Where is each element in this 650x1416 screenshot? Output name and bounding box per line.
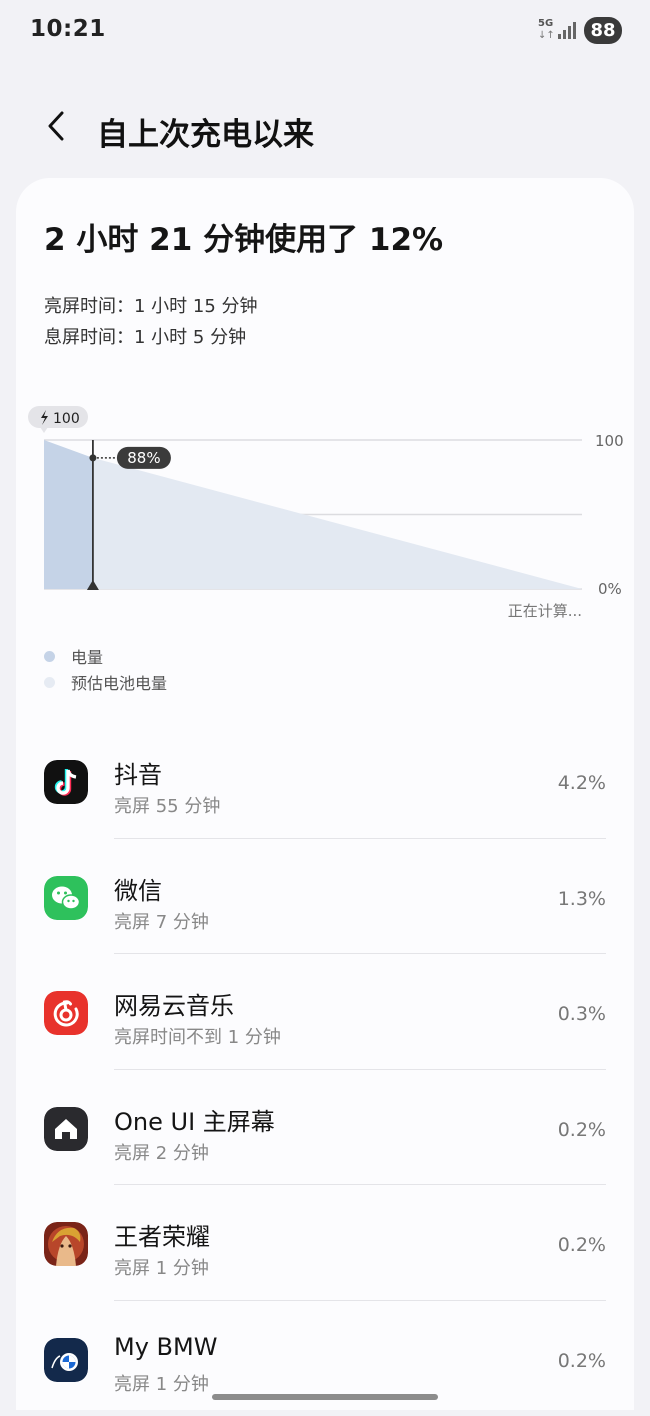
battery-level-badge: 88 — [584, 17, 622, 44]
honor-of-kings-icon — [44, 1222, 88, 1266]
battery-chart-svg: 88% 100 100 0% 正在计算... — [28, 403, 628, 623]
screen-on-time: 亮屏时间：1 小时 15 分钟 — [44, 292, 258, 318]
app-name: 王者荣耀 — [114, 1217, 210, 1252]
app-screen-time: 亮屏时间不到 1 分钟 — [114, 1023, 281, 1049]
legend-item-battery: 电量 — [44, 644, 103, 668]
app-row-honor-of-kings[interactable]: 王者荣耀 亮屏 1 分钟 0.2% — [16, 1185, 634, 1301]
screen-off-time: 息屏时间：1 小时 5 分钟 — [44, 323, 246, 349]
wechat-icon — [44, 876, 88, 920]
app-usage-percent: 0.2% — [558, 1119, 606, 1141]
app-row-douyin[interactable]: 抖音 亮屏 55 分钟 4.2% — [16, 723, 634, 839]
legend-item-estimated: 预估电池电量 — [44, 670, 167, 694]
app-name: My BMW — [114, 1333, 217, 1361]
legend-dot-battery — [44, 651, 55, 662]
status-time: 10:21 — [30, 16, 106, 42]
bmw-icon — [44, 1338, 88, 1382]
app-usage-list: 抖音 亮屏 55 分钟 4.2% 微信 亮屏 7 分钟 1.3% — [16, 723, 634, 1416]
legend-label-estimated: 预估电池电量 — [71, 674, 167, 693]
app-name: 网易云音乐 — [114, 986, 234, 1021]
netease-music-icon — [44, 991, 88, 1035]
back-button[interactable] — [34, 105, 78, 149]
status-bar: 10:21 5G ↓↑ 88 — [0, 0, 650, 62]
app-row-netease-music[interactable]: 网易云音乐 亮屏时间不到 1 分钟 0.3% — [16, 954, 634, 1070]
calculating-status: 正在计算... — [508, 602, 582, 620]
battery-area — [44, 440, 93, 589]
battery-chart[interactable]: 88% 100 100 0% 正在计算... — [28, 403, 628, 623]
app-screen-time: 亮屏 1 分钟 — [114, 1370, 209, 1396]
page-header: 自上次充电以来 — [0, 95, 650, 165]
app-name: 抖音 — [114, 755, 162, 790]
douyin-icon — [44, 760, 88, 804]
app-row-wechat[interactable]: 微信 亮屏 7 分钟 1.3% — [16, 839, 634, 955]
home-indicator[interactable] — [212, 1394, 438, 1400]
marker-label: 88% — [127, 449, 160, 467]
start-badge-label: 100 — [53, 411, 80, 427]
app-name: 微信 — [114, 871, 162, 906]
y-tick-100: 100 — [595, 432, 624, 450]
home-icon — [44, 1107, 88, 1151]
app-screen-time: 亮屏 2 分钟 — [114, 1139, 209, 1165]
network-activity-icon: ↓↑ — [538, 30, 555, 41]
app-usage-percent: 1.3% — [558, 888, 606, 910]
start-badge-tail — [40, 427, 48, 433]
usage-summary-title: 2 小时 21 分钟使用了 12% — [44, 214, 443, 259]
app-screen-time: 亮屏 7 分钟 — [114, 908, 209, 934]
signal-icon — [557, 21, 577, 39]
app-screen-time: 亮屏 55 分钟 — [114, 792, 220, 818]
y-tick-0: 0% — [598, 580, 622, 598]
app-usage-percent: 4.2% — [558, 772, 606, 794]
app-screen-time: 亮屏 1 分钟 — [114, 1254, 209, 1280]
network-type: 5G — [538, 19, 553, 29]
estimated-area — [93, 458, 582, 589]
legend-dot-estimated — [44, 677, 55, 688]
app-row-one-ui-home[interactable]: One UI 主屏幕 亮屏 2 分钟 0.2% — [16, 1070, 634, 1186]
back-arrow-icon — [34, 105, 78, 149]
app-usage-percent: 0.2% — [558, 1350, 606, 1372]
app-usage-percent: 0.2% — [558, 1234, 606, 1256]
page-title: 自上次充电以来 — [97, 109, 314, 154]
app-usage-percent: 0.3% — [558, 1003, 606, 1025]
battery-usage-card: 2 小时 21 分钟使用了 12% 亮屏时间：1 小时 15 分钟 息屏时间：1… — [16, 178, 634, 1410]
app-name: One UI 主屏幕 — [114, 1102, 275, 1137]
legend-label-battery: 电量 — [71, 648, 103, 667]
